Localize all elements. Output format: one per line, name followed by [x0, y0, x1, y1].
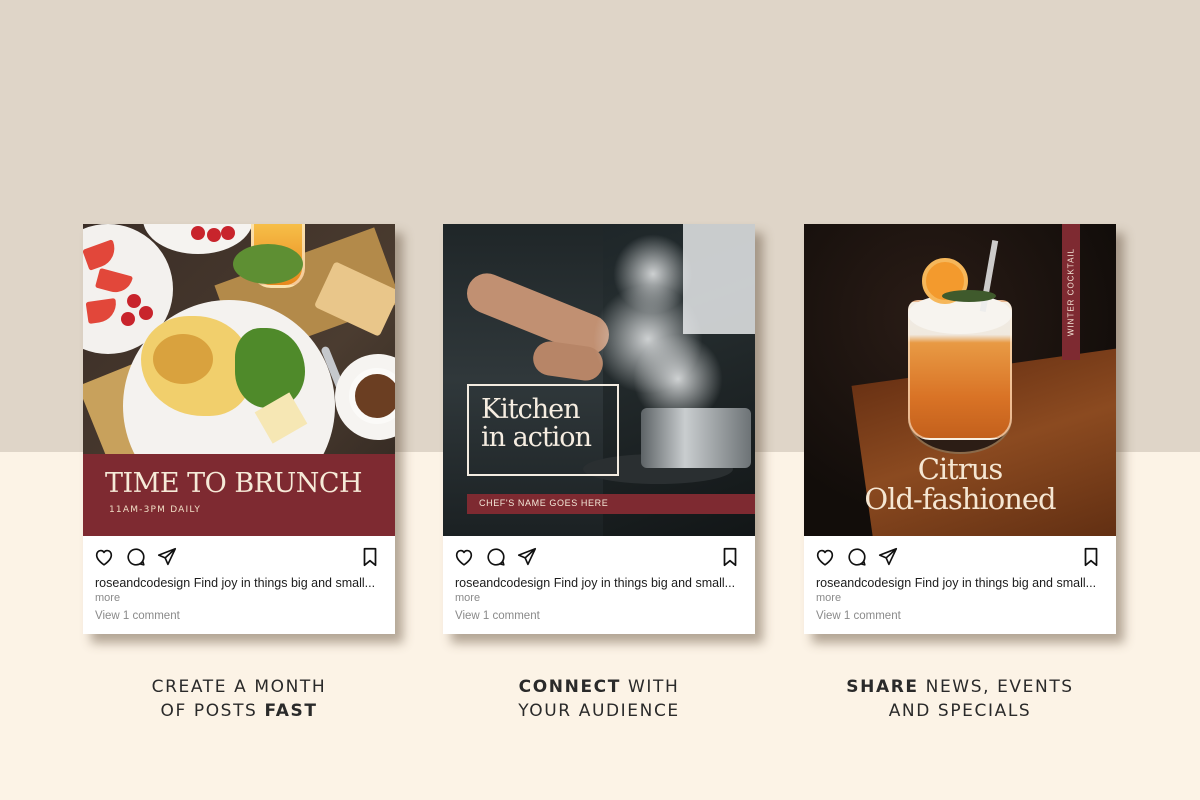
bookmark-icon[interactable] — [719, 546, 741, 568]
winter-cocktail-tag: WINTER COCKTAIL — [1062, 224, 1080, 360]
heart-icon[interactable] — [453, 546, 475, 568]
brunch-title: TIME TO BRUNCH — [105, 468, 363, 499]
post-actions — [83, 536, 395, 576]
kitchen-photo: Kitchen in action CHEF'S NAME GOES HERE — [443, 224, 755, 536]
username[interactable]: roseandcodesign — [95, 576, 190, 590]
winter-cocktail-label: WINTER COCKTAIL — [1066, 247, 1076, 337]
post-caption: roseandcodesign Find joy in things big a… — [83, 576, 395, 591]
kitchen-title-frame: Kitchen in action — [467, 384, 619, 476]
caption-text: Find joy in things big and small... — [193, 576, 376, 590]
instagram-post-brunch: TIME TO BRUNCH 11AM-3PM DAILY roseandcod… — [83, 224, 395, 634]
more-link[interactable]: more — [83, 591, 395, 605]
caption-text: Find joy in things big and small... — [553, 576, 736, 590]
instagram-post-kitchen: Kitchen in action CHEF'S NAME GOES HERE … — [443, 224, 755, 634]
username[interactable]: roseandcodesign — [816, 576, 911, 590]
tagline-create: CREATE A MONTH OF POSTS FAST — [151, 677, 327, 721]
brunch-hours: 11AM-3PM DAILY — [109, 505, 202, 515]
instagram-post-cocktail: WINTER COCKTAIL Citrus Old-fashioned ros… — [804, 224, 1116, 634]
share-icon[interactable] — [516, 546, 538, 568]
brunch-banner: TIME TO BRUNCH 11AM-3PM DAILY — [83, 454, 395, 536]
brunch-photo: TIME TO BRUNCH 11AM-3PM DAILY — [83, 224, 395, 536]
post-caption: roseandcodesign Find joy in things big a… — [443, 576, 755, 591]
post-actions — [443, 536, 755, 576]
post-caption: roseandcodesign Find joy in things big a… — [804, 576, 1116, 591]
view-comments-link[interactable]: View 1 comment — [83, 605, 395, 622]
comment-icon[interactable] — [485, 546, 507, 568]
comment-icon[interactable] — [125, 546, 147, 568]
chef-name-bar: CHEF'S NAME GOES HERE — [467, 494, 755, 514]
kitchen-title: Kitchen in action — [481, 394, 592, 453]
share-icon[interactable] — [877, 546, 899, 568]
username[interactable]: roseandcodesign — [455, 576, 550, 590]
heart-icon[interactable] — [93, 546, 115, 568]
more-link[interactable]: more — [804, 591, 1116, 605]
post-actions — [804, 536, 1116, 576]
view-comments-link[interactable]: View 1 comment — [443, 605, 755, 622]
caption-text: Find joy in things big and small... — [914, 576, 1097, 590]
heart-icon[interactable] — [814, 546, 836, 568]
share-icon[interactable] — [156, 546, 178, 568]
cocktail-title: Citrus Old-fashioned — [864, 452, 1056, 516]
tagline-share: SHARE NEWS, EVENTS AND SPECIALS — [846, 677, 1074, 721]
cocktail-photo: WINTER COCKTAIL Citrus Old-fashioned — [804, 224, 1116, 536]
tagline-connect: CONNECT WITH YOUR AUDIENCE — [518, 677, 680, 721]
view-comments-link[interactable]: View 1 comment — [804, 605, 1116, 622]
comment-icon[interactable] — [846, 546, 868, 568]
chef-name: CHEF'S NAME GOES HERE — [479, 498, 609, 508]
bookmark-icon[interactable] — [359, 546, 381, 568]
bookmark-icon[interactable] — [1080, 546, 1102, 568]
more-link[interactable]: more — [443, 591, 755, 605]
